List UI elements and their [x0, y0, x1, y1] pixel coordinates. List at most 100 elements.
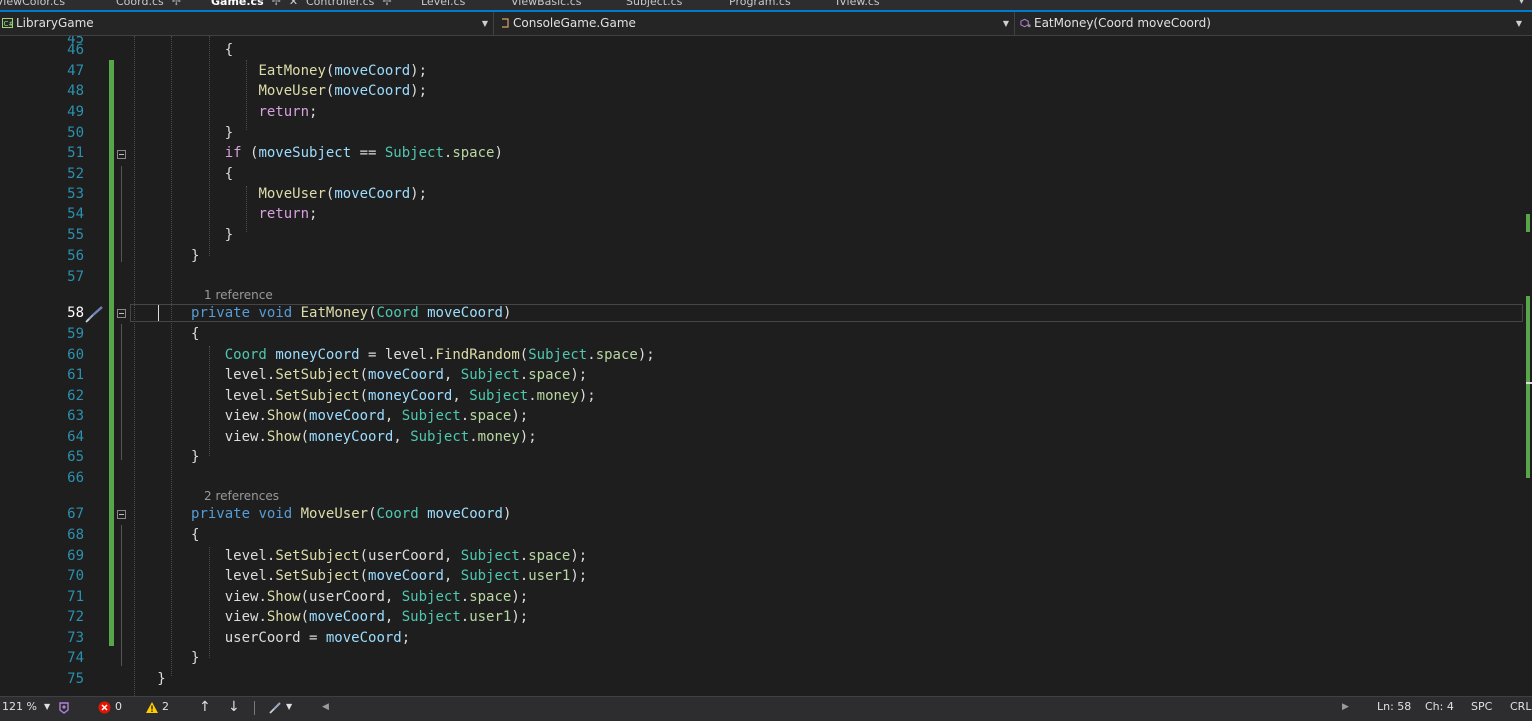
code-text: private void MoveUser(Coord moveCoord): [191, 506, 512, 522]
codelens-references[interactable]: 1 reference: [204, 288, 273, 302]
project-dropdown[interactable]: C# LibraryGame ▼: [0, 12, 492, 35]
code-line[interactable]: 58 private void EatMoney(Coord moveCoord…: [0, 303, 1525, 323]
code-line[interactable]: 62 level.SetSubject(moneyCoord, Subject.…: [0, 386, 1525, 406]
code-line[interactable]: 71 view.Show(userCoord, Subject.space);: [0, 587, 1525, 607]
pin-icon[interactable]: ✢: [382, 0, 391, 8]
type-dropdown[interactable]: ConsoleGame.Game ▼: [497, 12, 1013, 35]
code-line[interactable]: 48 MoveUser(moveCoord);: [0, 81, 1525, 101]
chevron-down-icon: ▼: [1515, 19, 1522, 28]
tab-label: ViewColor.cs: [0, 0, 66, 8]
code-line[interactable]: 47 EatMoney(moveCoord);: [0, 61, 1525, 81]
code-text: {: [132, 527, 200, 543]
line-number: 61: [67, 367, 84, 383]
line-position[interactable]: Ln: 58: [1377, 697, 1411, 721]
code-line[interactable]: 59 {: [0, 324, 1525, 344]
line-number: 54: [67, 206, 84, 222]
scroll-right-icon[interactable]: ▶: [1342, 697, 1349, 721]
whitespace-mode[interactable]: SPC: [1471, 697, 1492, 721]
code-line[interactable]: 46 {: [0, 40, 1525, 60]
tab-viewbasic[interactable]: ViewBasic.cs: [511, 0, 582, 9]
tab-coord[interactable]: Coord.cs ✢: [116, 0, 181, 9]
codelens-references[interactable]: 2 references: [204, 489, 279, 503]
code-line[interactable]: 64 view.Show(moneyCoord, Subject.money);: [0, 427, 1525, 447]
line-number: 47: [67, 63, 84, 79]
code-line[interactable]: 52 {: [0, 164, 1525, 184]
code-line[interactable]: 53 MoveUser(moveCoord);: [0, 184, 1525, 204]
code-line[interactable]: 61 level.SetSubject(moveCoord, Subject.s…: [0, 365, 1525, 385]
intellicode-icon[interactable]: [57, 701, 71, 715]
code-line[interactable]: 67 private void MoveUser(Coord moveCoord…: [0, 504, 1525, 524]
line-number: 55: [67, 227, 84, 243]
member-dropdown[interactable]: EatMoney(Coord moveCoord) ▼: [1018, 12, 1526, 35]
next-issue-arrow-down-icon[interactable]: ↓: [228, 697, 240, 721]
pin-icon[interactable]: ✢: [272, 0, 281, 8]
tab-subject[interactable]: Subject.cs: [626, 0, 682, 9]
svg-text:C#: C#: [4, 20, 14, 28]
tab-viewcolor[interactable]: ViewColor.cs: [0, 0, 65, 9]
zoom-dropdown[interactable]: 121 % ▼: [2, 697, 52, 721]
line-number: 65: [67, 449, 84, 465]
previous-issue-arrow-up-icon[interactable]: ↑: [199, 697, 211, 721]
code-text: private void EatMoney(Coord moveCoord): [191, 305, 512, 321]
line-number: 58: [67, 305, 84, 321]
zoom-level: 121 %: [2, 700, 37, 713]
line-number: 50: [67, 125, 84, 141]
line-number: 67: [67, 506, 84, 522]
brush-icon: [269, 702, 281, 714]
tab-overflow-dropdown-icon[interactable]: ▾: [1519, 0, 1524, 7]
close-icon[interactable]: ✕: [289, 0, 298, 8]
code-text: }: [132, 248, 200, 264]
tab-controller[interactable]: Controller.cs ✢: [306, 0, 392, 9]
code-text: view.Show(moneyCoord, Subject.money);: [224, 429, 537, 445]
pin-icon[interactable]: ✢: [172, 0, 181, 8]
warning-count: 2: [162, 700, 169, 713]
tab-label: ViewBasic.cs: [511, 0, 582, 8]
code-line[interactable]: 57: [0, 267, 1525, 287]
scrollbar-change-mark: [1526, 214, 1530, 232]
code-line[interactable]: 75 }: [0, 669, 1525, 689]
code-line[interactable]: 63 view.Show(moveCoord, Subject.space);: [0, 406, 1525, 426]
line-number: 46: [67, 42, 84, 58]
scroll-left-icon[interactable]: ◀: [322, 697, 329, 721]
code-line[interactable]: 55 }: [0, 225, 1525, 245]
code-text: userCoord = moveCoord;: [224, 630, 411, 646]
code-line[interactable]: 74 }: [0, 648, 1525, 668]
line-number: 63: [67, 408, 84, 424]
error-icon: [98, 701, 111, 714]
line-number: 60: [67, 347, 84, 363]
tab-program[interactable]: Program.cs: [729, 0, 791, 9]
code-line[interactable]: 50 }: [0, 123, 1525, 143]
code-line[interactable]: 56 }: [0, 246, 1525, 266]
warning-icon: [146, 702, 158, 713]
line-endings[interactable]: CRLF: [1510, 697, 1532, 721]
code-line[interactable]: 66: [0, 468, 1525, 488]
code-line[interactable]: 68 {: [0, 525, 1525, 545]
code-line[interactable]: 49 return;: [0, 102, 1525, 122]
chevron-down-icon: ▼: [481, 19, 488, 28]
line-number: 70: [67, 568, 84, 584]
method-icon: [1020, 18, 1031, 28]
line-number: 64: [67, 429, 84, 445]
code-line[interactable]: 65 }: [0, 447, 1525, 467]
char-position[interactable]: Ch: 4: [1425, 697, 1454, 721]
tab-level[interactable]: Level.cs: [421, 0, 465, 9]
divider: [493, 12, 494, 35]
code-line[interactable]: 51 if (moveSubject == Subject.space): [0, 143, 1525, 163]
code-editor[interactable]: 1 reference 2 references 45 46 { 47 EatM…: [0, 36, 1532, 696]
code-line[interactable]: 72 view.Show(moveCoord, Subject.user1);: [0, 607, 1525, 627]
code-text: }: [132, 227, 234, 243]
line-number: 66: [67, 470, 84, 486]
code-text: MoveUser(moveCoord);: [258, 186, 428, 202]
tab-iview[interactable]: IView.cs: [836, 0, 880, 9]
member-label: EatMoney(Coord moveCoord): [1034, 16, 1211, 30]
code-text: Coord moneyCoord = level.FindRandom(Subj…: [224, 347, 655, 363]
code-line[interactable]: 73 userCoord = moveCoord;: [0, 628, 1525, 648]
code-line[interactable]: 54 return;: [0, 204, 1525, 224]
code-line[interactable]: 69 level.SetSubject(userCoord, Subject.s…: [0, 546, 1525, 566]
code-line[interactable]: 70 level.SetSubject(moveCoord, Subject.u…: [0, 566, 1525, 586]
tab-game[interactable]: Game.cs ✢ ✕: [211, 0, 298, 9]
code-line[interactable]: 60 Coord moneyCoord = level.FindRandom(S…: [0, 345, 1525, 365]
error-count: 0: [115, 700, 122, 713]
code-text: if (moveSubject == Subject.space): [224, 145, 503, 161]
tab-label: Subject.cs: [626, 0, 683, 8]
